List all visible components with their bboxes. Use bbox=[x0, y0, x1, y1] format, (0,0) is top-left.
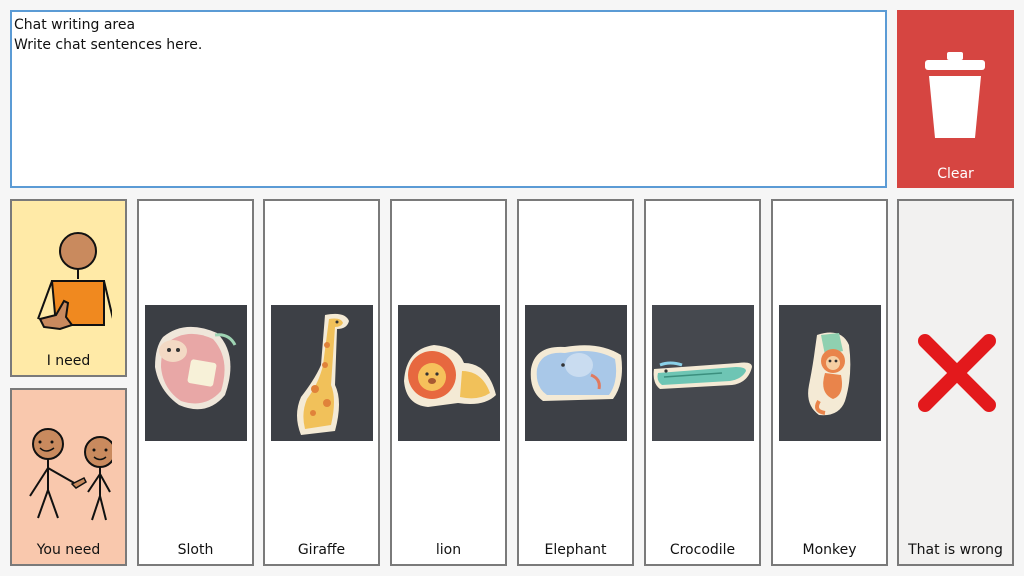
lion-photo bbox=[398, 305, 500, 441]
tile-label: Monkey bbox=[802, 542, 857, 558]
tile-label: Elephant bbox=[544, 542, 607, 558]
tile-label: That is wrong bbox=[908, 542, 1003, 558]
elephant-photo bbox=[525, 305, 627, 441]
tile-monkey[interactable]: Monkey bbox=[771, 199, 888, 566]
tile-label: Giraffe bbox=[297, 542, 346, 558]
tile-label: Sloth bbox=[177, 542, 214, 558]
tile-crocodile[interactable]: Crocodile bbox=[644, 199, 761, 566]
chat-area-title: Chat writing area bbox=[14, 17, 136, 33]
crocodile-photo bbox=[652, 305, 754, 441]
clear-button-label: Clear bbox=[937, 166, 974, 182]
tile-lion[interactable]: lion bbox=[390, 199, 507, 566]
tile-you-need[interactable]: You need bbox=[10, 388, 127, 566]
chat-writing-area[interactable]: Chat writing area Write chat sentences h… bbox=[10, 10, 887, 188]
trash-icon bbox=[925, 52, 985, 138]
tile-i-need[interactable]: I need bbox=[10, 199, 127, 377]
person-self-icon bbox=[37, 232, 112, 331]
clear-button[interactable]: Clear bbox=[897, 10, 1014, 188]
tile-label: I need bbox=[46, 353, 91, 369]
red-x-icon bbox=[918, 334, 996, 412]
tile-that-is-wrong[interactable]: That is wrong bbox=[897, 199, 1014, 566]
giraffe-photo bbox=[271, 305, 373, 441]
chat-area-placeholder: Write chat sentences here. bbox=[14, 37, 203, 53]
tile-label: You need bbox=[36, 542, 101, 558]
tile-sloth[interactable]: Sloth bbox=[137, 199, 254, 566]
aac-board: Chat writing area Write chat sentences h… bbox=[0, 0, 1024, 576]
tile-label: lion bbox=[435, 542, 462, 558]
person-pointing-icon bbox=[29, 428, 112, 521]
tile-giraffe[interactable]: Giraffe bbox=[263, 199, 380, 566]
tile-label: Crocodile bbox=[669, 542, 736, 558]
monkey-photo bbox=[779, 305, 881, 441]
sloth-photo bbox=[145, 305, 247, 441]
tile-elephant[interactable]: Elephant bbox=[517, 199, 634, 566]
